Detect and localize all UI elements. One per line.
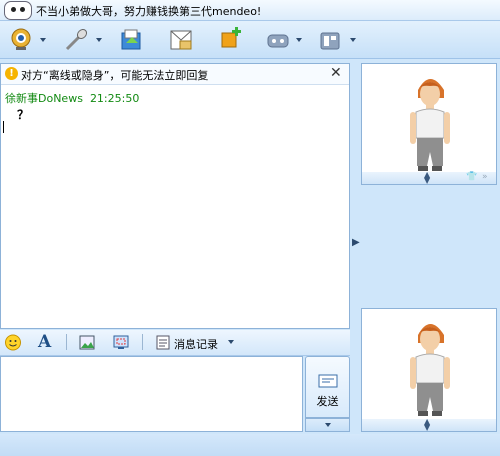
my-avatar-figure — [410, 324, 450, 416]
title-bar: 不当小弟做大哥，努力赚钱换第三代mendeo! — [0, 0, 500, 21]
text-cursor — [3, 121, 4, 133]
apps-icon[interactable] — [318, 27, 342, 53]
status-bar — [0, 434, 500, 456]
next-icon[interactable]: » — [482, 172, 488, 182]
send-button[interactable]: 发送 — [305, 356, 350, 418]
offline-notice: ! 对方“离线或隐身”，可能无法立即回复 ✕ — [1, 64, 349, 85]
separator — [66, 334, 67, 350]
buddy-show-panel[interactable]: ▲ ▼ 👕 » — [361, 63, 497, 185]
apps-dropdown-icon[interactable] — [350, 38, 356, 42]
separator — [142, 334, 143, 350]
chevron-down-icon — [325, 423, 331, 427]
format-toolbar: A 消息记录 — [0, 330, 350, 356]
buddy-show-footer: ▲ ▼ 👕 » — [362, 171, 496, 185]
add-contact-icon[interactable] — [218, 27, 244, 53]
message-time: 21:25:50 — [89, 92, 140, 105]
webcam-icon[interactable] — [10, 27, 34, 53]
screenshot-icon[interactable] — [112, 334, 130, 351]
buddy-signature: 不当小弟做大哥，努力赚钱换第三代mendeo! — [36, 5, 262, 18]
history-dropdown-icon[interactable] — [228, 340, 234, 344]
my-show-footer: ▲ ▼ — [362, 418, 496, 432]
microphone-icon[interactable] — [62, 27, 90, 53]
buddy-avatar-icon[interactable] — [4, 1, 32, 20]
gamepad-dropdown-icon[interactable] — [296, 38, 302, 42]
buddy-avatar-figure — [410, 79, 450, 171]
warning-icon: ! — [5, 67, 18, 80]
gamepad-icon[interactable] — [266, 27, 290, 53]
wardrobe-icon[interactable]: 👕 — [466, 172, 477, 182]
send-icon — [318, 374, 338, 388]
message-sender: 徐新事DoNews — [5, 92, 83, 105]
scroll-up-down-icon[interactable]: ▲ ▼ — [424, 418, 430, 432]
message-body: ？ — [17, 108, 30, 122]
email-icon[interactable] — [168, 27, 194, 53]
send-label: 发送 — [316, 395, 339, 408]
webcam-dropdown-icon[interactable] — [40, 38, 46, 42]
message-input[interactable] — [0, 356, 303, 432]
send-options-dropdown[interactable] — [305, 418, 350, 432]
chat-history[interactable]: ! 对方“离线或隐身”，可能无法立即回复 ✕ 徐新事DoNews 21:25:5… — [0, 63, 350, 329]
history-button[interactable]: 消息记录 — [174, 336, 218, 352]
microphone-dropdown-icon[interactable] — [96, 38, 102, 42]
toolbar — [0, 21, 500, 59]
message-header: 徐新事DoNews 21:25:50 — [5, 90, 139, 106]
send-file-icon[interactable] — [118, 27, 144, 53]
close-icon[interactable]: ✕ — [330, 65, 342, 81]
collapse-panel-icon[interactable]: ▶ — [352, 237, 360, 248]
scroll-up-down-icon[interactable]: ▲ ▼ — [424, 171, 430, 185]
offline-notice-text: 对方“离线或隐身”，可能无法立即回复 — [21, 69, 209, 82]
picture-icon[interactable] — [78, 334, 96, 351]
font-icon[interactable]: A — [38, 334, 56, 351]
history-icon[interactable] — [156, 334, 170, 351]
emoticon-icon[interactable] — [4, 334, 22, 351]
my-show-panel[interactable]: ▲ ▼ — [361, 308, 497, 432]
